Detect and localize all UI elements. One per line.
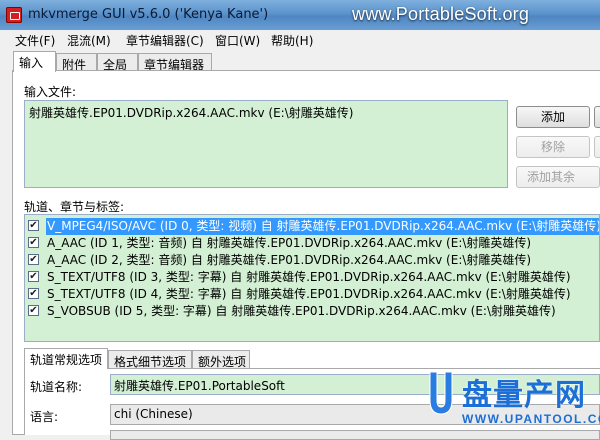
u-logo-icon (429, 371, 453, 415)
track-checkbox[interactable]: ✔ (28, 254, 39, 265)
track-label: S_TEXT/UTF8 (ID 3, 类型: 字幕) 自 射雕英雄传.EP01.… (47, 270, 571, 284)
track-label: V_MPEG4/ISO/AVC (ID 0, 类型: 视频) 自 射雕英雄传.E… (46, 218, 600, 235)
track-label: S_VOBSUB (ID 5, 类型: 字幕) 自 射雕英雄传.EP01.DVD… (47, 304, 556, 318)
menu-window[interactable]: 窗口(W) (215, 32, 260, 49)
upantool-logo: 盘量产网 WWW.UPANTOOL.COM (422, 368, 600, 435)
track-checkbox[interactable]: ✔ (28, 220, 39, 231)
track-row[interactable]: ✔ S_VOBSUB (ID 5, 类型: 字幕) 自 射雕英雄传.EP01.D… (26, 303, 598, 320)
tab-input[interactable]: 输入 (13, 51, 56, 72)
window-title: mkvmerge GUI v5.6.0 ('Kenya Kane') (28, 7, 269, 22)
tab-format-specific-options[interactable]: 格式细节选项 (108, 350, 192, 369)
menu-help[interactable]: 帮助(H) (271, 32, 313, 49)
track-row[interactable]: ✔ S_TEXT/UTF8 (ID 3, 类型: 字幕) 自 射雕英雄传.EP0… (26, 269, 598, 286)
track-checkbox[interactable]: ✔ (28, 305, 39, 316)
track-name-label: 轨道名称: (30, 380, 83, 394)
tab-general-track-options[interactable]: 轨道常规选项 (24, 348, 108, 369)
track-row[interactable]: ✔ S_TEXT/UTF8 (ID 4, 类型: 字幕) 自 射雕英雄传.EP0… (26, 286, 598, 303)
menu-bar: 文件(F) 混流(M) 章节编辑器(C) 窗口(W) 帮助(H) (0, 30, 600, 50)
add-button[interactable]: 添加 (516, 106, 590, 128)
remove-button[interactable]: 移除 (516, 136, 590, 158)
remove-button-edge[interactable] (594, 136, 600, 158)
track-label: S_TEXT/UTF8 (ID 4, 类型: 字幕) 自 射雕英雄传.EP01.… (47, 287, 571, 301)
add-button-edge[interactable] (594, 106, 600, 128)
track-row[interactable]: ✔ A_AAC (ID 2, 类型: 音频) 自 射雕英雄传.EP01.DVDR… (26, 252, 598, 269)
track-row[interactable]: ✔ V_MPEG4/ISO/AVC (ID 0, 类型: 视频) 自 射雕英雄传… (26, 218, 600, 235)
tab-extra-options[interactable]: 额外选项 (192, 350, 250, 369)
app-icon (6, 7, 22, 23)
append-button[interactable]: 添加其余 (516, 166, 600, 188)
input-files-list[interactable]: 射雕英雄传.EP01.DVDRip.x264.AAC.mkv (E:\射雕英雄传… (24, 100, 508, 188)
tracks-label: 轨道、章节与标签: (24, 200, 125, 214)
track-checkbox[interactable]: ✔ (28, 271, 39, 282)
track-checkbox[interactable]: ✔ (28, 288, 39, 299)
menu-file[interactable]: 文件(F) (15, 32, 55, 49)
tracks-list[interactable]: ✔ V_MPEG4/ISO/AVC (ID 0, 类型: 视频) 自 射雕英雄传… (24, 214, 600, 342)
track-row[interactable]: ✔ A_AAC (ID 1, 类型: 音频) 自 射雕英雄传.EP01.DVDR… (26, 235, 598, 252)
logo-text: 盘量产网 (462, 378, 586, 413)
watermark-text: www.PortableSoft.org (352, 4, 530, 24)
logo-url: WWW.UPANTOOL.COM (462, 412, 600, 426)
input-file-item[interactable]: 射雕英雄传.EP01.DVDRip.x264.AAC.mkv (E:\射雕英雄传… (29, 104, 353, 121)
input-files-label: 输入文件: (24, 85, 77, 99)
language-label: 语言: (30, 410, 59, 424)
track-label: A_AAC (ID 1, 类型: 音频) 自 射雕英雄传.EP01.DVDRip… (47, 236, 532, 250)
menu-mux[interactable]: 混流(M) (67, 32, 111, 49)
menu-chapter-editor[interactable]: 章节编辑器(C) (126, 32, 204, 49)
track-checkbox[interactable]: ✔ (28, 237, 39, 248)
track-label: A_AAC (ID 2, 类型: 音频) 自 射雕英雄传.EP01.DVDRip… (47, 253, 532, 267)
